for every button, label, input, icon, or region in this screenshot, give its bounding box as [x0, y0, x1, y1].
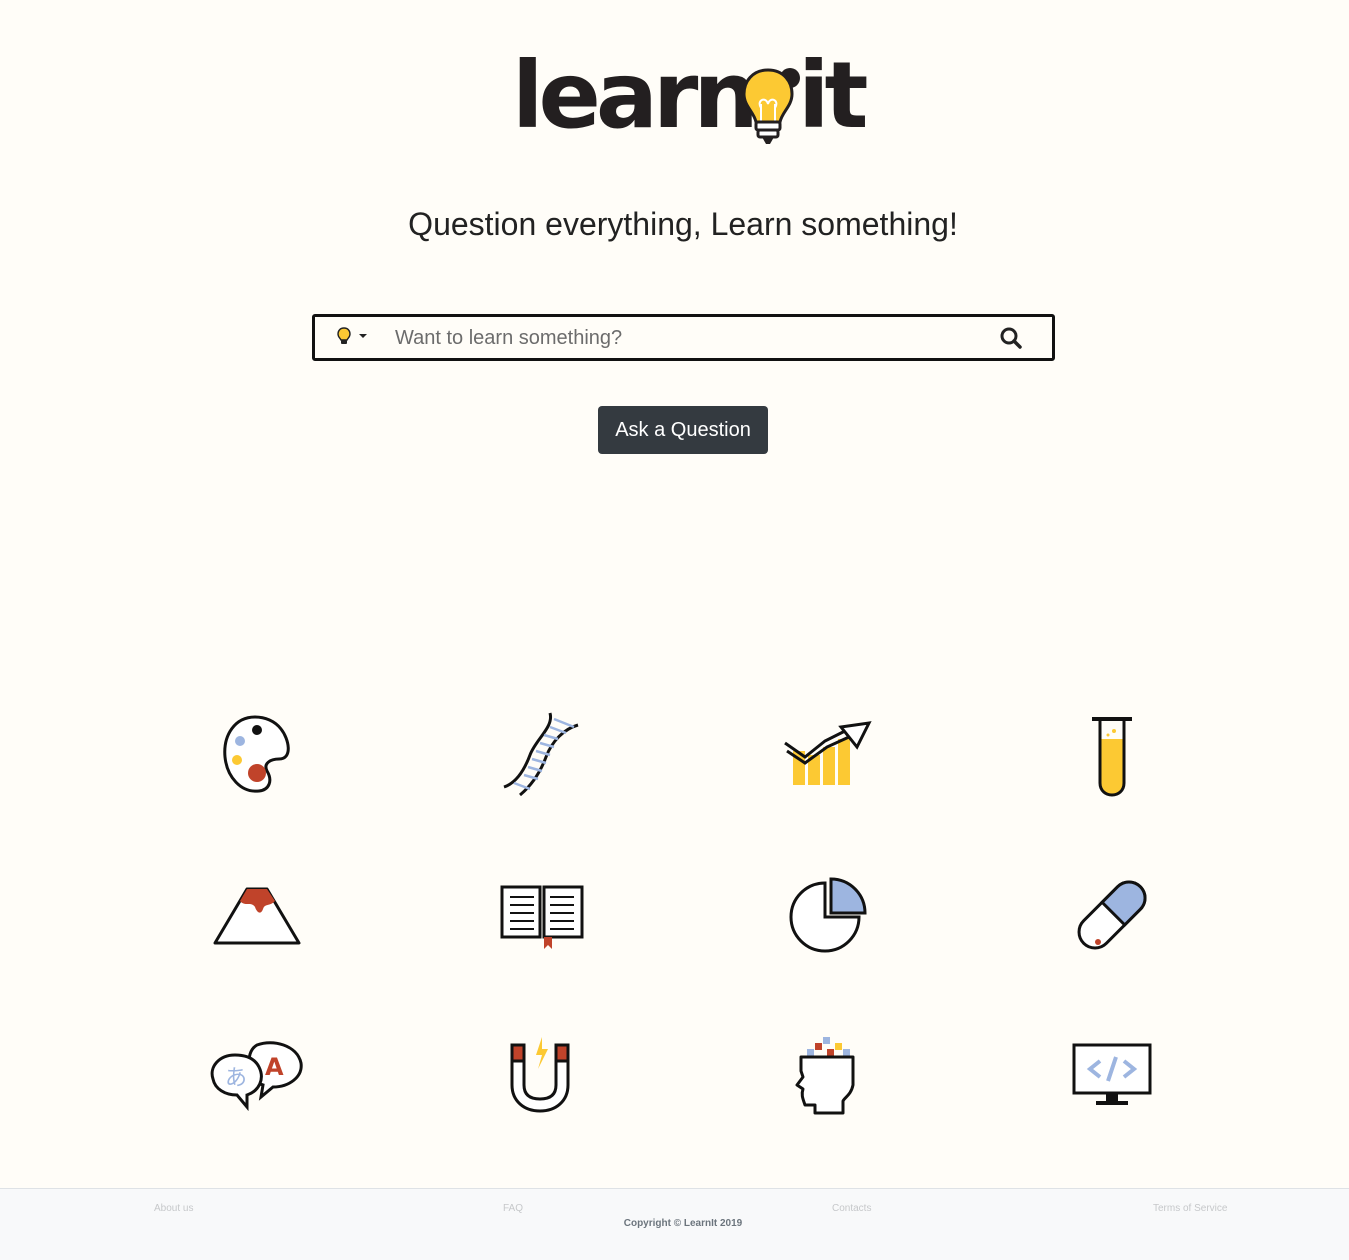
copyright: Copyright © LearnIt 2019 [623, 1218, 743, 1229]
category-medicine[interactable] [1062, 865, 1162, 965]
svg-text:A: A [265, 1053, 284, 1081]
category-physics[interactable] [492, 1025, 592, 1125]
art-palette-icon [223, 715, 290, 793]
logo-text-suffix: it [798, 42, 868, 149]
category-economics[interactable] [777, 705, 877, 805]
category-dropdown[interactable] [337, 327, 369, 347]
category-literature[interactable] [492, 865, 592, 965]
dna-icon [503, 712, 579, 797]
mind-head-icon [795, 1037, 855, 1115]
svg-text:あ: あ [225, 1066, 247, 1091]
logo-text: learn [512, 42, 759, 149]
category-chemistry[interactable] [1062, 705, 1162, 805]
code-monitor-icon [1072, 1043, 1152, 1105]
search-icon[interactable] [999, 326, 1023, 350]
footer-link-terms[interactable]: Terms of Service [1153, 1203, 1227, 1214]
language-bubbles-icon: あ A [210, 1041, 303, 1112]
volcano-icon [213, 887, 301, 945]
category-geology[interactable] [207, 865, 307, 965]
logo[interactable]: learn it [512, 50, 868, 150]
lightbulb-icon [337, 327, 351, 344]
footer-link-contacts[interactable]: Contacts [832, 1203, 871, 1214]
category-languages[interactable]: あ A [207, 1025, 307, 1125]
footer-link-about[interactable]: About us [154, 1203, 193, 1214]
pill-icon [1077, 880, 1147, 950]
category-programming[interactable] [1062, 1025, 1162, 1125]
search-input[interactable] [393, 323, 977, 353]
search-bar [312, 314, 1055, 361]
tagline: Question everything, Learn something! [408, 206, 958, 242]
ask-question-button[interactable]: Ask a Question [598, 406, 768, 454]
lightbulb-logo-icon [742, 68, 800, 144]
pie-chart-icon [789, 877, 867, 953]
magnet-icon [510, 1037, 570, 1113]
category-art[interactable] [207, 705, 307, 805]
test-tube-icon [1092, 717, 1132, 797]
footer: About us FAQ Contacts Terms of Service C… [0, 1188, 1349, 1260]
chevron-down-icon [359, 334, 367, 338]
footer-link-faq[interactable]: FAQ [503, 1203, 523, 1214]
category-psychology[interactable] [777, 1025, 877, 1125]
growth-chart-icon [784, 721, 872, 785]
category-statistics[interactable] [777, 865, 877, 965]
category-biology[interactable] [492, 705, 592, 805]
open-book-icon [500, 885, 584, 949]
